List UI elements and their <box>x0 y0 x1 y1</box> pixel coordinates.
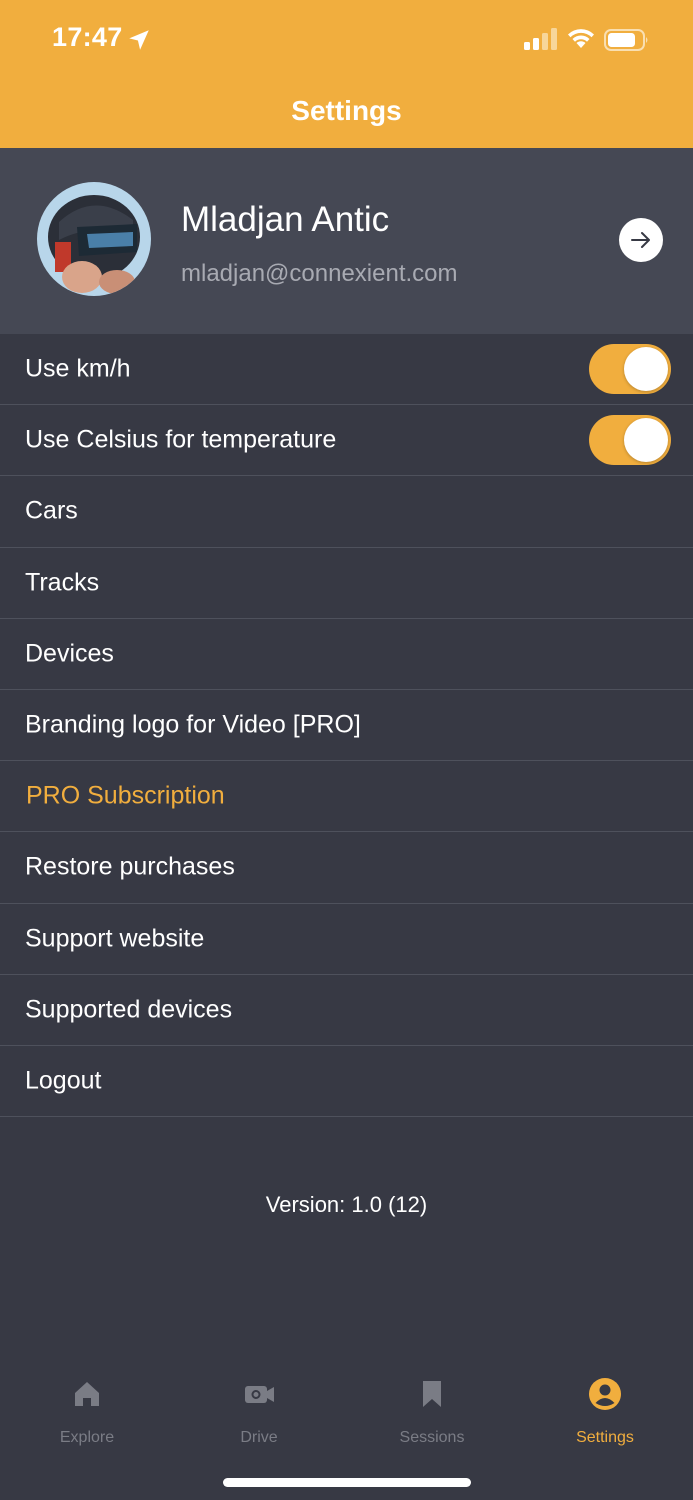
profile-name: Mladjan Antic <box>181 200 390 239</box>
setting-logout[interactable]: Logout <box>0 1045 693 1118</box>
setting-label: Use Celsius for temperature <box>25 425 337 454</box>
settings-list: Use km/h Use Celsius for temperature Car… <box>0 334 693 1118</box>
setting-pro-subscription[interactable]: PRO Subscription <box>0 761 693 833</box>
status-time: 17:47 <box>52 22 123 52</box>
setting-support-website[interactable]: Support website <box>0 903 693 975</box>
profile-card[interactable]: Mladjan Antic mladjan@connexient.com <box>0 148 693 334</box>
tab-sessions[interactable]: Sessions <box>372 1377 492 1447</box>
setting-restore-purchases[interactable]: Restore purchases <box>0 832 693 904</box>
avatar <box>37 182 151 296</box>
setting-label: Cars <box>25 496 78 525</box>
use-celsius-toggle[interactable] <box>589 415 671 466</box>
setting-branding-logo[interactable]: Branding logo for Video [PRO] <box>0 689 693 762</box>
home-indicator[interactable] <box>223 1478 471 1487</box>
setting-use-kmh: Use km/h <box>0 334 693 406</box>
home-icon <box>75 1382 99 1406</box>
page-title: Settings <box>291 95 402 126</box>
camera-icon <box>245 1386 274 1403</box>
setting-cars[interactable]: Cars <box>0 476 693 548</box>
cellular-signal-icon <box>524 28 557 50</box>
profile-arrow-button[interactable] <box>619 218 663 262</box>
setting-tracks[interactable]: Tracks <box>0 547 693 619</box>
use-kmh-toggle[interactable] <box>589 344 671 395</box>
arrow-right-icon <box>631 232 650 248</box>
battery-icon <box>604 29 648 51</box>
user-circle-icon <box>589 1378 621 1410</box>
setting-label: Logout <box>25 1066 102 1095</box>
setting-supported-devices[interactable]: Supported devices <box>0 974 693 1046</box>
tab-explore[interactable]: Explore <box>27 1377 147 1447</box>
profile-email: mladjan@connexient.com <box>181 260 458 287</box>
setting-label: Support website <box>25 924 205 953</box>
tab-drive[interactable]: Drive <box>199 1377 319 1447</box>
header: 17:47 Settings <box>0 0 693 148</box>
setting-use-celsius: Use Celsius for temperature <box>0 405 693 477</box>
setting-label: Devices <box>25 639 114 668</box>
version-text: Version: 1.0 (12) <box>265 1192 428 1217</box>
setting-label: Supported devices <box>25 995 233 1024</box>
bookmark-icon <box>423 1381 441 1407</box>
wifi-icon <box>568 29 594 48</box>
setting-label: PRO Subscription <box>26 781 225 810</box>
tab-settings[interactable]: Settings <box>545 1377 665 1447</box>
setting-label: Restore purchases <box>25 852 235 881</box>
location-arrow-icon <box>129 30 149 50</box>
setting-label: Use km/h <box>25 354 131 383</box>
setting-label: Branding logo for Video [PRO] <box>25 710 361 739</box>
setting-devices[interactable]: Devices <box>0 618 693 690</box>
setting-label: Tracks <box>25 568 100 597</box>
